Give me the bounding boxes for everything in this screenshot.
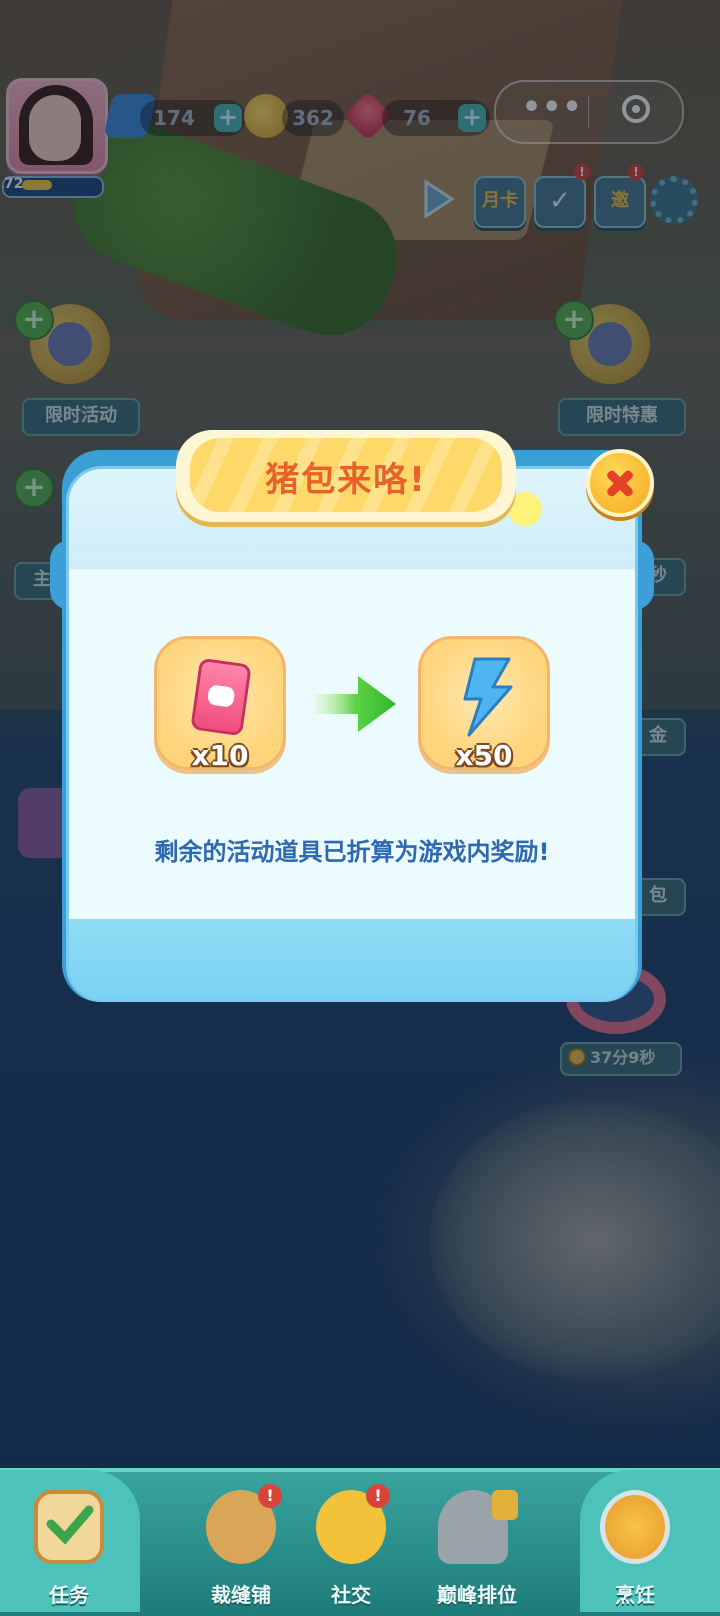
nav-label-cooking: 烹饪 [615,1583,655,1607]
reward-quantity: x50 [455,739,513,772]
nav-tasks[interactable]: 任务 [14,1480,124,1610]
nav-ranking[interactable]: 巅峰排位 [412,1480,542,1610]
nav-cooking[interactable]: 烹饪 [580,1480,690,1610]
nav-label-tailor: 裁缝铺 [211,1583,271,1607]
energy-bolt-icon [463,657,513,737]
convert-arrow-icon [314,676,396,732]
pig-ticket-icon [190,657,252,737]
nav-label-social: 社交 [331,1583,371,1607]
reward-item-slot: x50 [418,636,550,772]
nav-social[interactable]: ! 社交 [296,1480,406,1610]
source-item-slot: x10 [154,636,286,772]
task-clipboard-icon [34,1490,104,1564]
social-alert-badge: ! [366,1484,390,1508]
nav-label-ranking: 巅峰排位 [437,1583,517,1607]
dialog-message: 剩余的活动道具已折算为游戏内奖励! [154,838,550,866]
close-dialog-button[interactable] [586,449,654,517]
nav-label-tasks: 任务 [49,1583,89,1607]
nav-tailor-shop[interactable]: ! 裁缝铺 [186,1480,296,1610]
source-quantity: x10 [191,739,249,772]
dialog-footer [69,919,635,999]
lock-icon [492,1490,518,1520]
cooking-pot-icon [600,1490,670,1564]
tailor-alert-badge: ! [258,1484,282,1508]
dialog-title: 猪包来咯! [265,460,427,500]
